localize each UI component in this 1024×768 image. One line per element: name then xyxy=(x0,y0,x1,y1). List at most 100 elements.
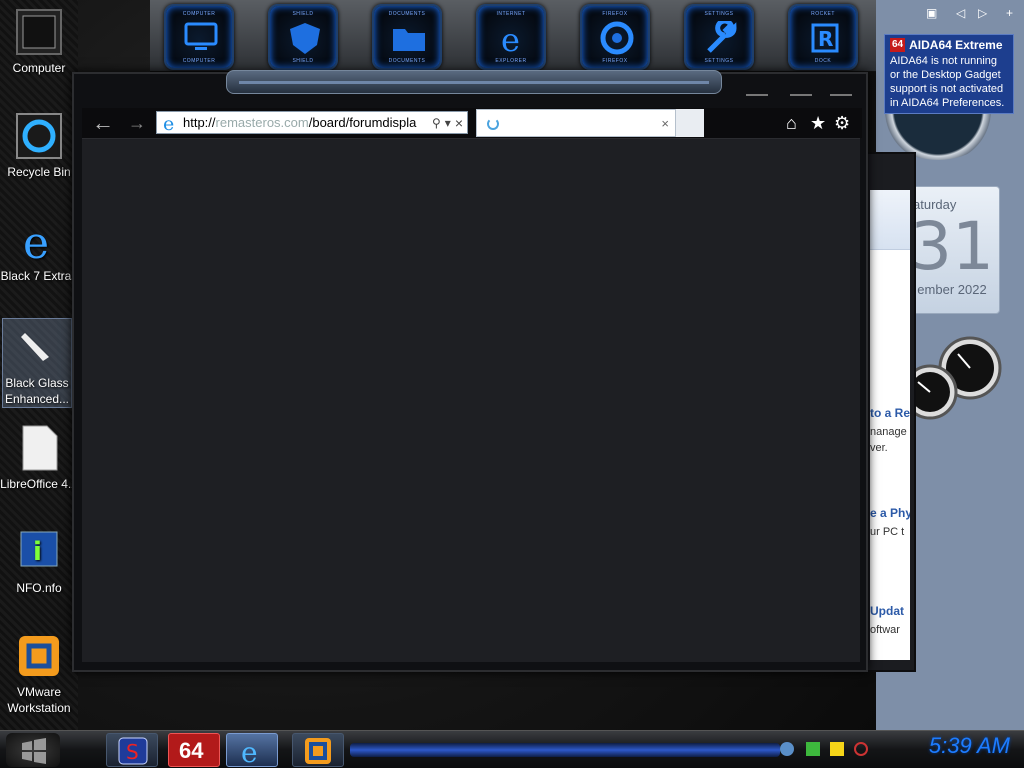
background-link[interactable]: Updat xyxy=(870,604,904,618)
address-bar[interactable]: e http://remasteros.com/board/forumdispl… xyxy=(156,111,468,135)
back-arrow-icon[interactable]: ← xyxy=(92,112,114,134)
background-text: nanage xyxy=(870,426,907,438)
folder-icon xyxy=(393,29,425,51)
desktop-icon-black-glass[interactable]: Black Glass Enhanced... xyxy=(2,318,72,408)
background-text: ur PC t xyxy=(870,526,905,538)
desktop-icon-label: Black 7 Extras xyxy=(0,269,78,283)
notification-icon[interactable] xyxy=(830,742,844,756)
svg-text:e: e xyxy=(501,21,520,55)
taskbar: S 64 e 5:39 AM xyxy=(0,730,1024,768)
url-path: /board/forumdispla xyxy=(308,115,417,130)
minimize-button[interactable] xyxy=(746,94,768,96)
dock-label-bottom: SHIELD xyxy=(292,58,314,64)
background-link[interactable]: e a Phy xyxy=(870,506,910,520)
rocket-icon: R xyxy=(811,23,839,53)
shield-icon xyxy=(290,23,320,54)
desktop-icon-vmware[interactable]: VMware Workstation xyxy=(0,632,78,716)
browser-content-area[interactable] xyxy=(82,138,860,662)
rocket-dock: COMPUTER COMPUTER SHIELD SHIELD DOCUMENT… xyxy=(150,0,876,72)
windows-logo-icon xyxy=(22,738,46,764)
dropdown-arrow-icon[interactable]: ▾ xyxy=(445,116,451,130)
dock-label-top: COMPUTER xyxy=(182,11,216,17)
aida64-title-text: AIDA64 Extreme xyxy=(909,38,1003,52)
dock-label-top: INTERNET xyxy=(496,11,526,17)
window-title-grip[interactable] xyxy=(226,70,722,94)
svg-text:i: i xyxy=(33,537,42,567)
url-domain: remasteros.com xyxy=(215,115,309,130)
close-button[interactable] xyxy=(830,94,852,96)
desktop-icon-black7-extras[interactable]: e Black 7 Extras xyxy=(0,216,78,284)
desktop-icon-label: Computer xyxy=(12,61,66,75)
calendar-date: 31 xyxy=(910,208,994,285)
new-tab-button[interactable] xyxy=(676,109,704,137)
search-icon[interactable]: ⚲ xyxy=(432,116,441,130)
dock-item-settings[interactable]: SETTINGS SETTINGS xyxy=(684,4,754,70)
browser-toolbar: ← → e http://remasteros.com/board/forumd… xyxy=(82,108,862,138)
cpu-meter-gadget xyxy=(902,334,1004,430)
svg-text:e: e xyxy=(163,113,174,133)
gadget-icon[interactable]: ▣ xyxy=(926,6,937,20)
svg-text:S: S xyxy=(126,740,139,764)
volume-icon[interactable] xyxy=(854,742,868,756)
aida64-title: 64 AIDA64 Extreme xyxy=(890,38,1008,52)
dock-item-documents[interactable]: DOCUMENTS DOCUMENTS xyxy=(372,4,442,70)
network-icon[interactable] xyxy=(780,742,794,756)
taskbar-item-vmware[interactable] xyxy=(292,733,344,767)
stop-icon[interactable]: × xyxy=(455,115,463,131)
aida64-message: AIDA64 is not running or the Desktop Gad… xyxy=(890,55,1005,109)
svg-text:e: e xyxy=(23,218,49,264)
gadget-next-icon[interactable]: ▷ xyxy=(978,6,987,20)
dock-label-bottom: COMPUTER xyxy=(182,58,216,64)
taskbar-item-aida64[interactable]: 64 xyxy=(168,733,220,767)
dock-label-bottom: EXPLORER xyxy=(495,58,527,64)
background-link[interactable]: to a Re xyxy=(870,406,910,420)
desktop-icon-nfo[interactable]: i NFO.nfo xyxy=(0,528,78,596)
taskbar-item-app[interactable]: S xyxy=(106,733,158,767)
firefox-icon xyxy=(600,21,634,55)
aida64-badge: 64 xyxy=(890,38,906,52)
add-gadget-icon[interactable]: + xyxy=(1006,6,1013,20)
ie-icon: e xyxy=(15,216,63,269)
aida64-taskbar-label: 64 xyxy=(179,738,204,763)
home-icon[interactable]: ⌂ xyxy=(786,114,797,132)
desktop-icon-label: Black Glass Enhanced... xyxy=(4,376,70,406)
dock-item-computer[interactable]: COMPUTER COMPUTER xyxy=(164,4,234,70)
taskbar-item-internet-explorer[interactable]: e xyxy=(226,733,278,768)
desktop-icon-libreoffice[interactable]: LibreOffice 4.2 xyxy=(0,424,78,492)
desktop-icon-computer[interactable]: Computer xyxy=(0,8,78,76)
dock-item-firefox[interactable]: FIREFOX FIREFOX xyxy=(580,4,650,70)
recycle-bin-icon xyxy=(15,112,63,160)
desktop-icon-recycle-bin[interactable]: Recycle Bin xyxy=(0,112,78,180)
dock-item-rocket[interactable]: ROCKET R DOCK xyxy=(788,4,858,70)
settings-gear-icon[interactable]: ⚙ xyxy=(834,114,850,132)
browser-tab[interactable]: × xyxy=(476,109,676,137)
desktop-icon-label: Recycle Bin xyxy=(7,165,71,179)
taskbar-clock[interactable]: 5:39 AM xyxy=(880,733,1010,759)
dock-item-shield[interactable]: SHIELD SHIELD xyxy=(268,4,338,70)
start-button[interactable] xyxy=(6,733,60,767)
background-page: to a Re nanage ver. e a Phy ur PC t Upda… xyxy=(870,190,910,660)
calendar-gadget[interactable]: aturday 31 ember 2022 xyxy=(904,186,1000,314)
dock-label-bottom: DOCK xyxy=(814,58,832,64)
maximize-button[interactable] xyxy=(790,94,812,96)
background-page-header xyxy=(870,190,910,250)
ie-icon: e xyxy=(501,21,520,55)
address-tools: ⚲ ▾ × xyxy=(428,115,467,131)
dock-label-bottom: FIREFOX xyxy=(602,58,628,64)
loading-spinner-icon xyxy=(487,118,499,130)
internet-explorer-window[interactable]: ← → e http://remasteros.com/board/forumd… xyxy=(72,70,868,672)
desktop-icon-label: LibreOffice 4.2 xyxy=(0,477,78,491)
flag-icon[interactable] xyxy=(806,742,820,756)
tab-close-icon[interactable]: × xyxy=(661,116,669,131)
app-s-icon: S xyxy=(118,737,148,765)
favorites-star-icon[interactable]: ★ xyxy=(810,114,826,132)
wrench-icon xyxy=(707,21,737,53)
gadget-prev-icon[interactable]: ◁ xyxy=(956,6,965,20)
aida64-gadget[interactable]: 64 AIDA64 Extreme AIDA64 is not running … xyxy=(884,34,1014,114)
dock-label-bottom: DOCUMENTS xyxy=(388,58,426,64)
forward-arrow-icon[interactable]: → xyxy=(128,112,146,134)
document-icon xyxy=(15,424,63,472)
url-prefix: http:// xyxy=(183,115,216,130)
dock-item-internet-explorer[interactable]: INTERNET e EXPLORER xyxy=(476,4,546,70)
taskbar-glow-bar xyxy=(350,743,780,757)
